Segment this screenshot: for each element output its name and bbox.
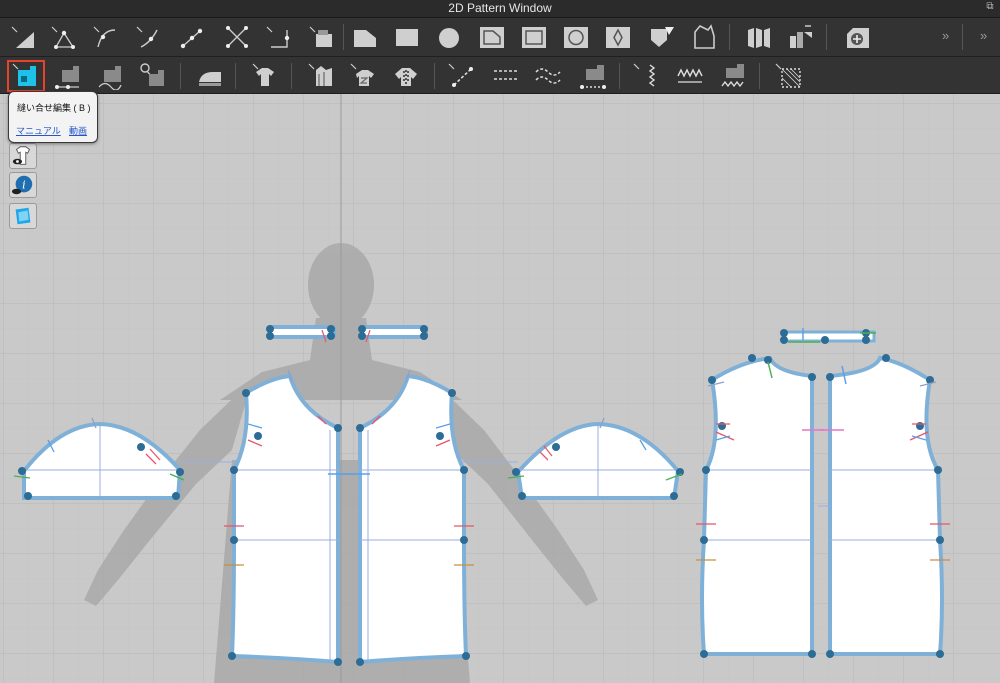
more-tools-icon[interactable]: » [942,28,949,43]
toolbar-separator [759,63,760,89]
window-title: 2D Pattern Window [448,1,552,15]
toolbar-row-1: » » [0,18,1000,57]
internal-rectangle-icon[interactable] [519,22,549,52]
segment-icon[interactable] [306,22,336,52]
free-topstitch-icon[interactable] [533,60,563,90]
tooltip-video-link[interactable]: 動画 [69,124,87,137]
pattern-canvas[interactable] [0,94,1000,683]
check-sewing-icon[interactable] [138,60,168,90]
toolbar-separator [235,63,236,89]
elastic-icon[interactable] [631,60,661,90]
pattern-back-left [696,354,824,658]
tool-tooltip: 縫い合せ編集 ( B ) マニュアル 動画 [8,91,98,143]
polygon-icon[interactable] [350,22,380,52]
show-info-button[interactable]: i [9,172,37,198]
tooltip-title: 縫い合せ編集 ( B ) [17,103,91,113]
segment-topstitch-icon[interactable] [491,60,521,90]
free-sewing-icon[interactable] [95,60,125,90]
toolbar-separator [343,24,344,50]
rectangle-icon[interactable] [392,22,422,52]
popout-icon[interactable]: ⧉ [985,2,995,12]
edit-point-icon[interactable] [48,22,78,52]
svg-text:i: i [22,179,26,192]
internal-polygon-icon[interactable] [477,22,507,52]
toolbar-separator [729,24,730,50]
toolbar-separator [619,63,620,89]
pleat-icon[interactable] [348,60,378,90]
internal-circle-icon[interactable] [561,22,591,52]
pleat-double-icon[interactable] [391,60,421,90]
cut-sew-icon[interactable] [222,22,252,52]
toolbar-separator [291,63,292,89]
fold-arrangement-icon[interactable] [306,60,336,90]
steam-icon[interactable] [195,60,225,90]
edit-curve-point-icon[interactable] [90,22,120,52]
window-titlebar: 2D Pattern Window ⧉ [0,0,1000,18]
toolbar-separator [826,24,827,50]
puckering-icon[interactable] [718,60,748,90]
stitch-length-icon[interactable] [675,60,705,90]
add-point-icon[interactable] [176,22,206,52]
show-texture-button[interactable] [9,203,37,229]
selected-tool-highlight [7,60,45,92]
topstitch-icon[interactable] [446,60,476,90]
toolbar-separator [180,63,181,89]
dart-icon[interactable] [647,22,677,52]
tooltip-manual-link[interactable]: マニュアル [16,124,61,137]
show-avatar-button[interactable] [9,143,37,169]
circle-icon[interactable] [434,22,464,52]
segment-sewing-icon[interactable] [53,60,83,90]
toolbar-row-2 [0,57,1000,148]
trace-icon[interactable] [689,22,719,52]
transform-pattern-icon[interactable] [8,22,38,52]
add-pattern-icon[interactable] [843,22,873,52]
toolbar-separator [434,63,435,89]
tshirt-eye-icon [12,146,31,165]
curve-point-icon[interactable] [133,22,163,52]
zipper-icon[interactable] [578,60,608,90]
texture-icon [15,207,31,225]
unfold-icon[interactable] [744,22,774,52]
unfold-symmetric-icon[interactable] [786,22,816,52]
fabric-grain-icon[interactable] [773,60,803,90]
more-tools-icon[interactable]: » [980,28,987,43]
toolbar-separator [962,24,963,50]
internal-diamond-icon[interactable] [603,22,633,52]
center-point-icon[interactable] [263,22,293,52]
info-icon: i [11,175,33,195]
tuck-icon[interactable] [250,60,280,90]
